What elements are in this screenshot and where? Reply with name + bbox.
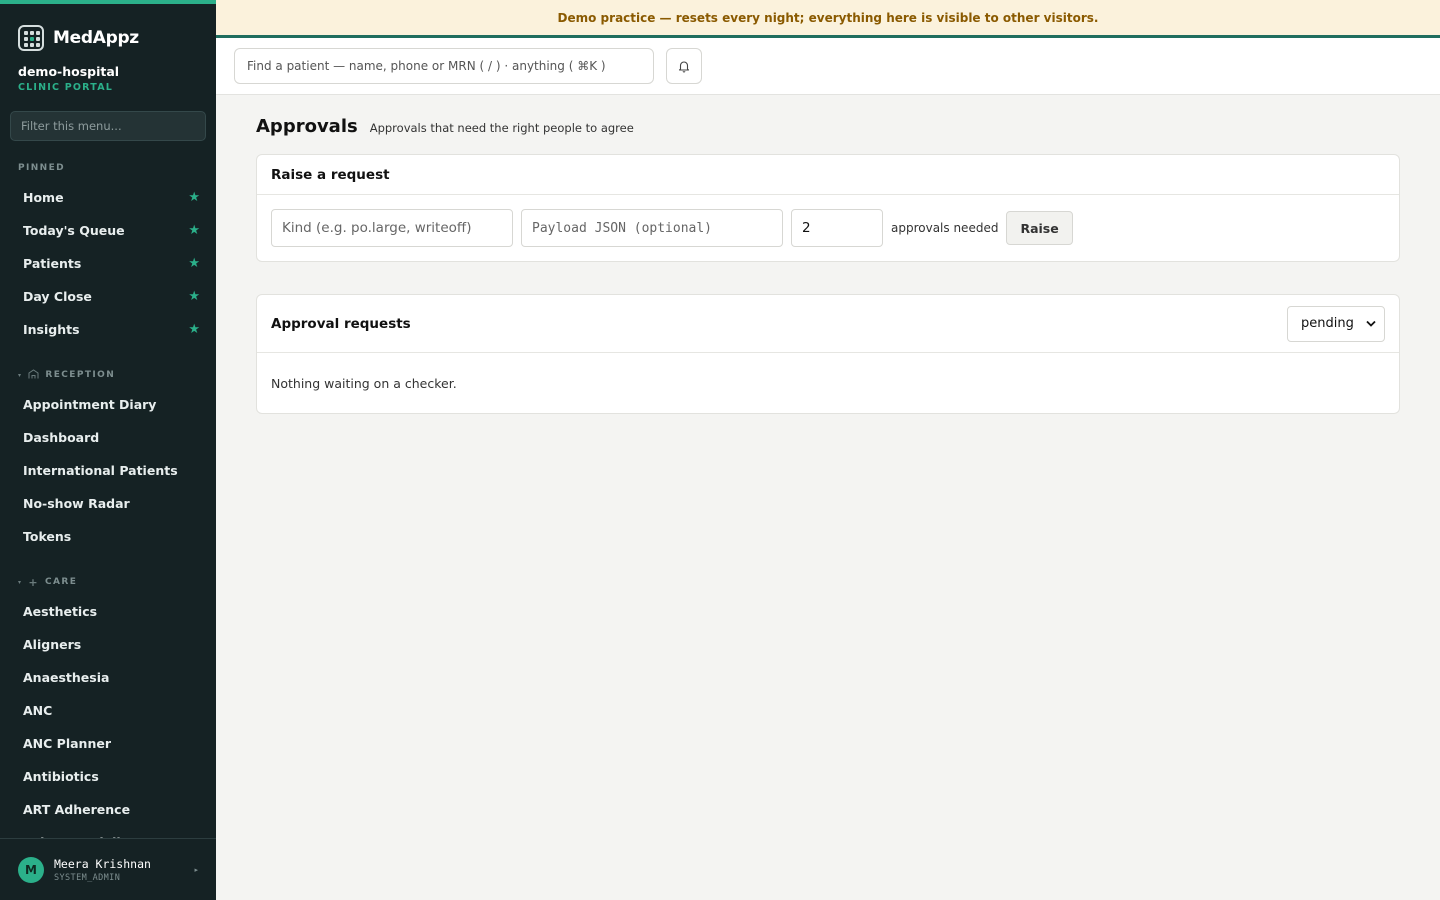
sidebar-item-label: Insights [23, 322, 80, 337]
approvals-count-field[interactable] [791, 209, 883, 247]
caret-icon: ▾ [18, 578, 23, 586]
user-menu[interactable]: M Meera Krishnan SYSTEM_ADMIN ▸ [0, 838, 216, 900]
brand-name: MedAppz [53, 28, 139, 48]
page-header: Approvals Approvals that need the right … [256, 116, 1400, 140]
building-icon [28, 368, 39, 382]
raise-request-header: Raise a request [257, 155, 1399, 195]
empty-state-message: Nothing waiting on a checker. [271, 376, 457, 391]
approvals-count-input[interactable] [802, 220, 872, 236]
sidebar-item-day-close[interactable]: Day Close ★ [0, 280, 216, 313]
user-role: SYSTEM_ADMIN [54, 872, 121, 883]
demo-banner-text: Demo practice — resets every night; ever… [557, 10, 1099, 25]
logo-icon [18, 25, 44, 51]
sidebar-item-label: Day Close [23, 289, 92, 304]
sidebar-item-appointment-diary[interactable]: Appointment Diary [0, 388, 216, 421]
approval-requests-card: Approval requests pending Nothing waitin… [256, 294, 1400, 414]
user-info: Meera Krishnan SYSTEM_ADMIN [54, 857, 184, 883]
user-name: Meera Krishnan [54, 856, 151, 871]
chevron-icon: ▸ [194, 865, 198, 874]
sidebar-item-anc-planner[interactable]: ANC Planner [0, 727, 216, 760]
page-subtitle: Approvals that need the right people to … [369, 121, 634, 135]
plus-icon: + [28, 575, 40, 589]
sidebar-item-label: ART Adherence [23, 802, 131, 817]
approvals-needed-label: approvals needed [891, 221, 999, 235]
tenant-name: demo-hospital [18, 64, 120, 79]
star-icon[interactable]: ★ [188, 322, 200, 337]
patient-search-input[interactable] [247, 59, 641, 73]
sidebar-item-label: Antibiotics [23, 769, 99, 784]
bell-icon [678, 61, 690, 73]
notifications-button[interactable] [666, 48, 702, 84]
pinned-label-text: PINNED [18, 163, 66, 173]
sidebar-item-aesthetics[interactable]: Aesthetics [0, 595, 216, 628]
reception-section-label[interactable]: ▾ RECEPTION [0, 368, 216, 382]
payload-field[interactable] [521, 209, 783, 247]
approval-requests-title: Approval requests [271, 315, 411, 332]
sidebar-item-label: Anaesthesia [23, 670, 110, 685]
sidebar-item-label: Patients [23, 256, 82, 271]
care-list: Aesthetics Aligners Anaesthesia ANC ANC Plan… [0, 595, 216, 859]
sidebar-item-label: Today's Queue [23, 223, 125, 238]
sidebar-item-today-s-queue[interactable]: Today's Queue ★ [0, 214, 216, 247]
approval-requests-header: Approval requests pending [257, 295, 1399, 353]
main-content: Approvals Approvals that need the right … [256, 95, 1400, 414]
sidebar-item-patients[interactable]: Patients ★ [0, 247, 216, 280]
pinned-section-label: PINNED [0, 161, 216, 175]
star-icon[interactable]: ★ [188, 289, 200, 304]
sidebar-item-anc[interactable]: ANC [0, 694, 216, 727]
status-filter-select[interactable]: pending [1287, 305, 1385, 342]
menu-filter-input[interactable] [21, 119, 195, 133]
sidebar-item-label: ANC Planner [23, 736, 111, 751]
sidebar-item-tokens[interactable]: Tokens [0, 520, 216, 553]
sidebar-item-aligners[interactable]: Aligners [0, 628, 216, 661]
star-icon[interactable]: ★ [188, 190, 200, 205]
sidebar-item-label: Home [23, 190, 64, 205]
reception-label-text: RECEPTION [45, 370, 116, 380]
sidebar-item-label: Aligners [23, 637, 82, 652]
raise-request-card: Raise a request approvals needed Raise [256, 154, 1400, 262]
payload-input[interactable] [532, 220, 772, 236]
caret-icon: ▾ [18, 371, 23, 379]
chevron-down-icon [1366, 320, 1376, 327]
sidebar-item-international-patients[interactable]: International Patients [0, 454, 216, 487]
topbar [216, 38, 1440, 95]
sidebar-item-label: ANC [23, 703, 53, 718]
raise-button[interactable]: Raise [1006, 211, 1073, 245]
sidebar-item-antibiotics[interactable]: Antibiotics [0, 760, 216, 793]
sidebar-item-dashboard[interactable]: Dashboard [0, 421, 216, 454]
patient-search[interactable] [234, 48, 654, 84]
sidebar-item-label: Dashboard [23, 430, 100, 445]
pinned-list: Home ★ Today's Queue ★ Patients ★ Day Close ★ In… [0, 181, 216, 346]
page-title: Approvals [256, 116, 358, 137]
sidebar-item-label: International Patients [23, 463, 178, 478]
raise-request-title: Raise a request [271, 166, 390, 183]
star-icon[interactable]: ★ [188, 256, 200, 271]
reception-list: Appointment Diary Dashboard International … [0, 388, 216, 553]
kind-field[interactable] [271, 209, 513, 247]
sidebar: MedAppz demo-hospital CLINIC PORTAL PINN… [0, 0, 216, 900]
sidebar-item-art-adherence[interactable]: ART Adherence [0, 793, 216, 826]
sidebar-item-label: Aesthetics [23, 604, 98, 619]
avatar: M [18, 856, 44, 883]
sidebar-item-label: Tokens [23, 529, 72, 544]
sidebar-item-no-show-radar[interactable]: No-show Radar [0, 487, 216, 520]
menu-filter[interactable] [10, 111, 206, 141]
sidebar-item-label: No-show Radar [23, 496, 130, 511]
status-filter-value: pending [1301, 316, 1354, 331]
sidebar-item-insights[interactable]: Insights ★ [0, 313, 216, 346]
raise-request-form: approvals needed Raise [257, 195, 1399, 261]
tenant-info: demo-hospital CLINIC PORTAL [0, 58, 216, 93]
care-label-text: CARE [45, 577, 78, 587]
portal-label: CLINIC PORTAL [18, 82, 114, 93]
sidebar-item-anaesthesia[interactable]: Anaesthesia [0, 661, 216, 694]
demo-banner: Demo practice — resets every night; ever… [216, 0, 1440, 38]
star-icon[interactable]: ★ [188, 223, 200, 238]
sidebar-item-label: Appointment Diary [23, 397, 157, 412]
kind-input[interactable] [282, 220, 502, 236]
sidebar-item-home[interactable]: Home ★ [0, 181, 216, 214]
care-section-label[interactable]: ▾ + CARE [0, 575, 216, 589]
brand[interactable]: MedAppz [0, 4, 216, 58]
